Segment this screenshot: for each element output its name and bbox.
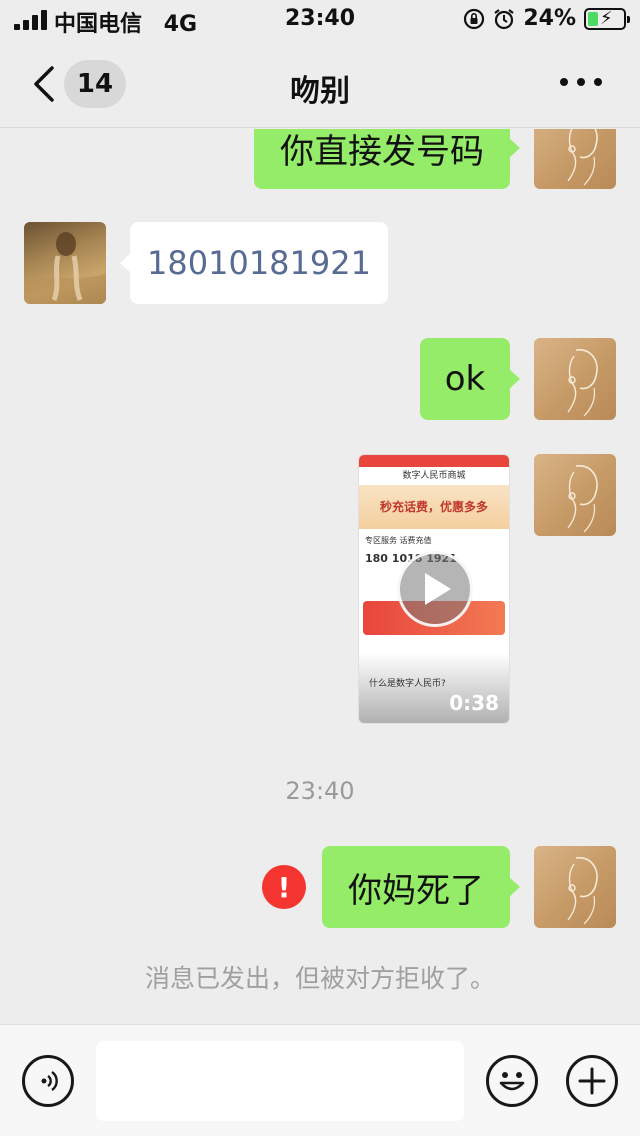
battery-icon: ⚡ <box>584 7 630 30</box>
video-duration: 0:38 <box>449 691 499 715</box>
avatar-sketch-image <box>567 349 598 417</box>
message-bubble-outgoing[interactable]: 你妈死了 <box>322 846 520 928</box>
chat-title: 吻别 <box>290 74 350 109</box>
avatar-sketch-image <box>567 857 598 925</box>
avatar-photo-image <box>24 232 106 304</box>
avatar-sketch-image <box>567 129 598 186</box>
emoji-icon[interactable] <box>486 1055 538 1107</box>
avatar-contact[interactable] <box>24 222 106 304</box>
avatar-self[interactable] <box>534 338 616 420</box>
message-list[interactable]: 你直接发号码 18010181921 ok 数字人民币商城 秒充话费，优惠多多 … <box>0 129 640 1024</box>
avatar-self[interactable] <box>534 846 616 928</box>
timestamp-divider: 23:40 <box>285 777 355 805</box>
message-bubble-incoming[interactable]: 18010181921 <box>120 222 388 304</box>
message-input[interactable] <box>96 1041 464 1121</box>
status-bar: 中国电信 4G 23:40 24% ⚡ <box>0 0 640 40</box>
voice-icon[interactable] <box>22 1055 74 1107</box>
avatar-self[interactable] <box>534 454 616 536</box>
video-preview-header: 数字人民币商城 <box>402 471 466 481</box>
avatar-sketch-image <box>567 465 598 533</box>
phone-number-link[interactable]: 18010181921 <box>147 244 371 282</box>
video-preview-banner: 秒充话费，优惠多多 <box>359 485 509 529</box>
input-toolbar <box>0 1024 640 1136</box>
alarm-icon <box>494 8 514 29</box>
video-message[interactable]: 数字人民币商城 秒充话费，优惠多多 专区服务 话费充值 180 1018 192… <box>358 454 510 724</box>
chat-header: 14 吻别 <box>0 40 640 128</box>
more-horizontal-icon[interactable] <box>560 78 602 86</box>
message-bubble-outgoing[interactable]: ok <box>420 338 520 420</box>
video-preview-question: 什么是数字人民币? <box>369 679 446 689</box>
orientation-lock-icon <box>464 8 485 29</box>
video-preview-section: 专区服务 话费充值 <box>365 536 432 545</box>
video-preview-topbar <box>359 455 509 467</box>
message-text: 你妈死了 <box>348 870 484 911</box>
play-icon[interactable] <box>397 551 473 627</box>
send-failed-icon[interactable]: ! <box>262 865 306 909</box>
status-icons: 24% ⚡ <box>463 6 630 31</box>
battery-percent: 24% <box>523 6 576 31</box>
avatar-self[interactable] <box>534 129 616 189</box>
message-text: ok <box>444 359 486 399</box>
message-text: 你直接发号码 <box>280 131 484 172</box>
message-bubble-outgoing[interactable]: 你直接发号码 <box>254 129 520 189</box>
rejected-notice: 消息已发出，但被对方拒收了。 <box>144 964 495 993</box>
plus-icon[interactable] <box>566 1055 618 1107</box>
